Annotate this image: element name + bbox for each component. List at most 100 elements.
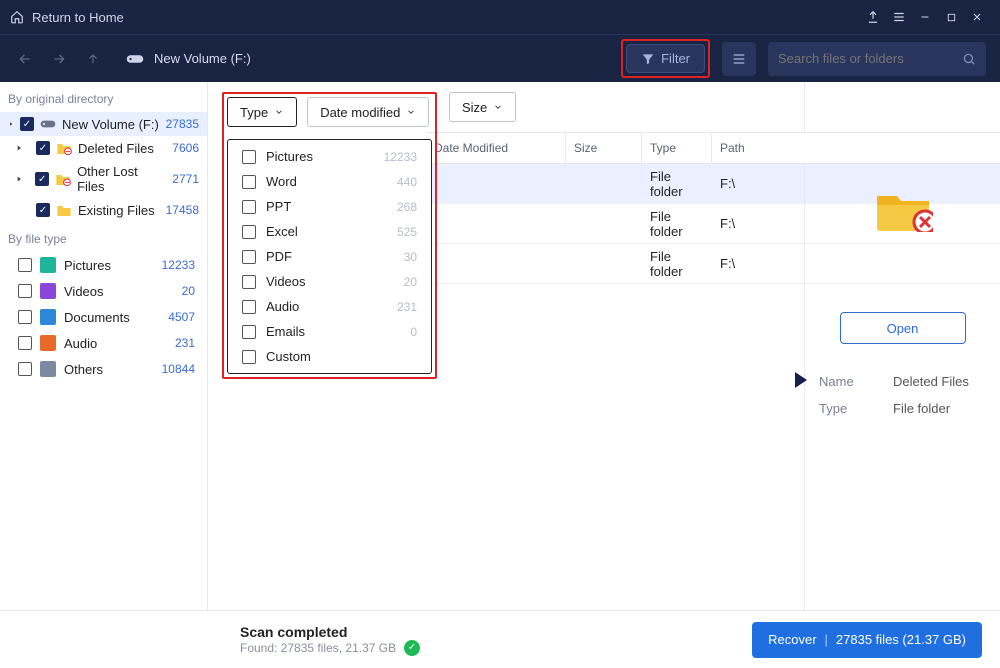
- checkbox[interactable]: [242, 350, 256, 364]
- dropdown-item[interactable]: Excel 525: [228, 219, 431, 244]
- checkbox[interactable]: [18, 362, 32, 376]
- sidebar-type-header: By file type: [0, 222, 207, 252]
- dropdown-item[interactable]: PPT268: [228, 194, 431, 219]
- chevron-down-icon: [493, 102, 503, 112]
- recover-detail: 27835 files (21.37 GB): [836, 632, 966, 647]
- forward-button[interactable]: [48, 48, 70, 70]
- date-filter-combo[interactable]: Date modified: [307, 97, 429, 127]
- filetype-count: 4507: [168, 310, 195, 324]
- meta-type-key: Type: [819, 401, 869, 416]
- checkbox[interactable]: [242, 300, 256, 314]
- tree-label: New Volume (F:): [62, 117, 159, 132]
- checkbox[interactable]: [242, 175, 256, 189]
- filetype-label: Documents: [64, 310, 130, 325]
- meta-type-val: File folder: [893, 401, 950, 416]
- filetype-label: Others: [64, 362, 103, 377]
- checkbox[interactable]: [242, 250, 256, 264]
- check-icon: ✓: [404, 640, 420, 656]
- tree-label: Existing Files: [78, 203, 155, 218]
- chevron-down-icon: [406, 107, 416, 117]
- type-filter-combo[interactable]: Type: [227, 97, 297, 127]
- folder-icon: [56, 140, 72, 156]
- breadcrumb[interactable]: New Volume (F:): [116, 51, 251, 66]
- drive-icon: [126, 54, 144, 64]
- checkbox[interactable]: ✓: [36, 203, 50, 217]
- recover-label: Recover: [768, 632, 816, 647]
- dropdown-label: Videos: [266, 274, 306, 289]
- dropdown-item[interactable]: Videos20: [228, 269, 431, 294]
- topbar: New Volume (F:) Filter: [0, 34, 1000, 82]
- filetype-label: Videos: [64, 284, 104, 299]
- back-button[interactable]: [14, 48, 36, 70]
- dropdown-label: Excel: [266, 224, 298, 239]
- checkbox[interactable]: [242, 225, 256, 239]
- folder-icon: [40, 116, 56, 132]
- chevron-down-icon: [274, 107, 284, 117]
- tree-count: 7606: [172, 141, 199, 155]
- checkbox[interactable]: [18, 258, 32, 272]
- view-menu-button[interactable]: [722, 42, 756, 76]
- checkbox[interactable]: ✓: [35, 172, 49, 186]
- open-button[interactable]: Open: [840, 312, 966, 344]
- date-filter-label: Date modified: [320, 105, 400, 120]
- scan-status-subtitle: Found: 27835 files, 21.37 GB: [240, 641, 396, 655]
- filetype-item[interactable]: Audio 231: [0, 330, 207, 356]
- filetype-item[interactable]: Others10844: [0, 356, 207, 382]
- dropdown-item[interactable]: Custom: [228, 344, 431, 369]
- checkbox[interactable]: [242, 325, 256, 339]
- share-icon[interactable]: [860, 4, 886, 30]
- dropdown-item[interactable]: Emails0: [228, 319, 431, 344]
- recover-button[interactable]: Recover | 27835 files (21.37 GB): [752, 622, 982, 658]
- checkbox[interactable]: [18, 310, 32, 324]
- return-home-label: Return to Home: [32, 10, 124, 25]
- checkbox[interactable]: [18, 284, 32, 298]
- checkbox[interactable]: [18, 336, 32, 350]
- dropdown-item[interactable]: Audio231: [228, 294, 431, 319]
- filetype-label: Audio: [64, 336, 97, 351]
- meta-name-key: Name: [819, 374, 869, 389]
- checkbox[interactable]: [242, 275, 256, 289]
- filetype-icon: [40, 335, 56, 351]
- checkbox[interactable]: ✓: [20, 117, 34, 131]
- filters-bar: Type Date modified Pictures12233Word440P…: [208, 82, 804, 389]
- filetype-count: 231: [175, 336, 195, 350]
- dropdown-label: PDF: [266, 249, 292, 264]
- tree-item[interactable]: ✓Other Lost Files2771: [0, 160, 207, 198]
- checkbox[interactable]: [242, 200, 256, 214]
- dropdown-item[interactable]: Pictures12233: [228, 144, 431, 169]
- tree-label: Other Lost Files: [77, 164, 166, 194]
- up-button[interactable]: [82, 48, 104, 70]
- tree-label: Deleted Files: [78, 141, 154, 156]
- dropdown-count: 231: [397, 300, 417, 314]
- dropdown-item[interactable]: PDF 30: [228, 244, 431, 269]
- filetype-item[interactable]: Pictures12233: [0, 252, 207, 278]
- dropdown-count: 440: [397, 175, 417, 189]
- maximize-button[interactable]: [938, 4, 964, 30]
- hamburger-icon[interactable]: [886, 4, 912, 30]
- search-input[interactable]: [778, 51, 954, 66]
- checkbox[interactable]: ✓: [36, 141, 50, 155]
- titlebar: Return to Home: [0, 0, 1000, 34]
- tree-item[interactable]: ✓ Deleted Files 7606: [0, 136, 207, 160]
- checkbox[interactable]: [242, 150, 256, 164]
- dropdown-count: 525: [397, 225, 417, 239]
- filetype-label: Pictures: [64, 258, 111, 273]
- return-home-button[interactable]: Return to Home: [10, 10, 124, 25]
- search-box[interactable]: [768, 42, 986, 76]
- tree-count: 27835: [166, 117, 199, 131]
- dropdown-label: Pictures: [266, 149, 313, 164]
- close-button[interactable]: [964, 4, 990, 30]
- filter-button[interactable]: Filter: [626, 44, 705, 73]
- footer: Scan completed Found: 27835 files, 21.37…: [0, 610, 1000, 668]
- dropdown-count: 30: [404, 250, 417, 264]
- filetype-item[interactable]: Documents 4507: [0, 304, 207, 330]
- size-filter-combo[interactable]: Size: [449, 92, 516, 122]
- tree-item[interactable]: ✓ New Volume (F:) 27835: [0, 112, 207, 136]
- dropdown-item[interactable]: Word440: [228, 169, 431, 194]
- minimize-button[interactable]: [912, 4, 938, 30]
- filetype-item[interactable]: Videos20: [0, 278, 207, 304]
- dropdown-label: PPT: [266, 199, 291, 214]
- tree-item[interactable]: ✓Existing Files17458: [0, 198, 207, 222]
- meta-name-val: Deleted Files: [893, 374, 969, 389]
- dropdown-label: Emails: [266, 324, 305, 339]
